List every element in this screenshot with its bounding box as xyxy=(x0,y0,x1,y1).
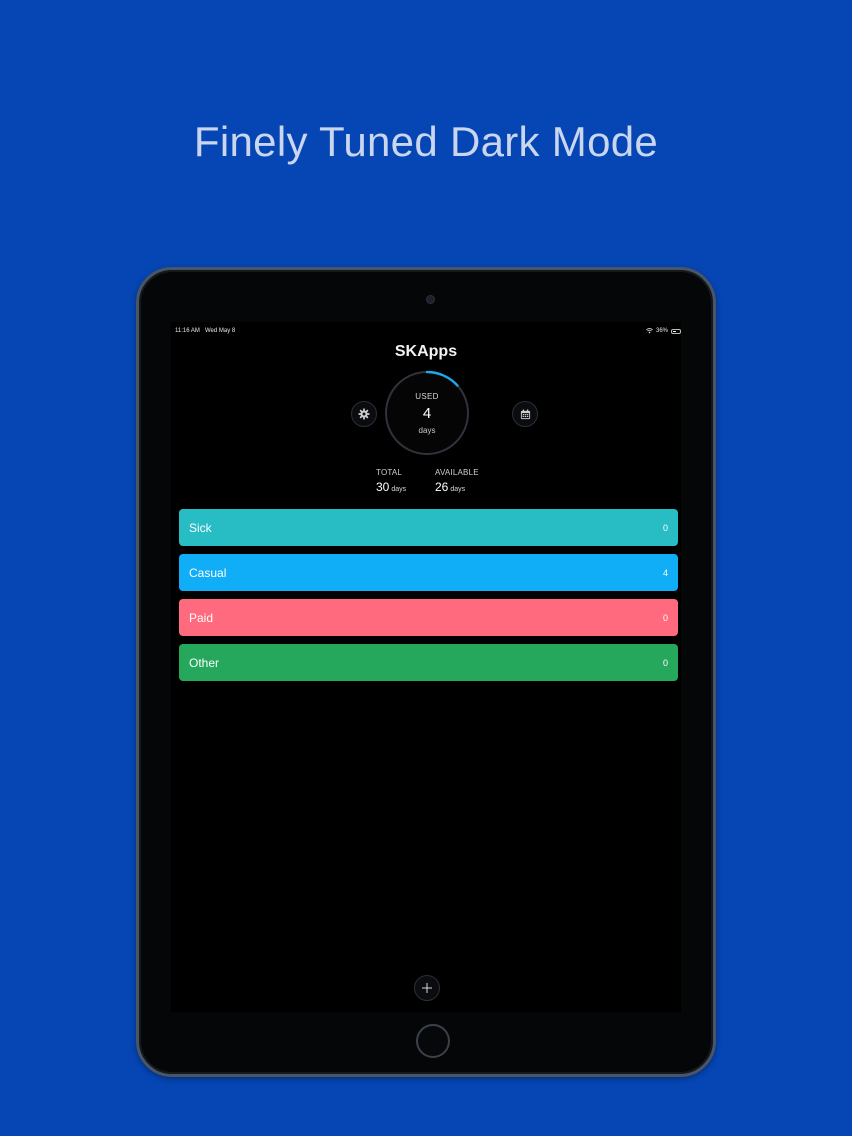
used-label: USED xyxy=(415,392,439,401)
category-sick[interactable]: Sick 0 xyxy=(179,509,678,546)
category-name: Paid xyxy=(189,610,214,625)
app-store-screenshot: Finely Tuned Dark Mode 11:16 AM Wed May … xyxy=(0,0,852,1136)
total-number: 30 xyxy=(376,480,390,494)
available-unit: days xyxy=(450,486,466,493)
promo-headline: Finely Tuned Dark Mode xyxy=(193,118,659,165)
category-count: 0 xyxy=(662,657,668,668)
wifi-icon xyxy=(646,328,653,334)
category-name: Casual xyxy=(189,565,227,580)
status-date: Wed May 8 xyxy=(205,328,236,334)
category-paid[interactable]: Paid 0 xyxy=(179,599,678,636)
add-leave-button[interactable] xyxy=(414,975,440,1001)
used-value: 4 xyxy=(422,405,432,422)
front-camera xyxy=(426,295,435,304)
category-other[interactable]: Other 0 xyxy=(179,644,678,681)
total-days-stat: TOTAL 30 days xyxy=(376,468,406,494)
status-indicators: 36% xyxy=(646,328,681,334)
available-days-stat: AVAILABLE 26 days xyxy=(435,468,479,494)
calendar-button[interactable] xyxy=(512,401,538,427)
status-time: 11:16 AM xyxy=(175,328,200,334)
ipad-device-frame: 11:16 AM Wed May 8 36% SKApps USED 4 day… xyxy=(136,267,716,1077)
category-casual[interactable]: Casual 4 xyxy=(179,554,678,591)
category-count: 4 xyxy=(662,567,668,578)
gear-icon xyxy=(358,408,370,420)
category-count: 0 xyxy=(662,522,668,533)
category-count: 0 xyxy=(662,612,668,623)
available-label: AVAILABLE xyxy=(435,468,479,477)
used-days-ring: USED 4 days xyxy=(384,370,470,456)
app-screen: 11:16 AM Wed May 8 36% SKApps USED 4 day… xyxy=(171,322,681,1012)
category-name: Other xyxy=(189,655,220,670)
available-number: 26 xyxy=(435,480,449,494)
available-value: 26 days xyxy=(435,480,479,494)
settings-button[interactable] xyxy=(351,401,377,427)
total-unit: days xyxy=(391,486,407,493)
plus-icon xyxy=(422,983,432,993)
battery-icon xyxy=(671,328,681,334)
battery-percent: 36% xyxy=(655,328,668,334)
category-name: Sick xyxy=(189,520,212,535)
app-title: SKApps xyxy=(394,343,458,360)
total-value: 30 days xyxy=(376,480,406,494)
total-label: TOTAL xyxy=(376,468,403,477)
calendar-icon xyxy=(520,408,530,419)
status-bar: 11:16 AM Wed May 8 36% xyxy=(171,328,681,338)
used-unit: days xyxy=(418,426,436,435)
home-button-icon[interactable] xyxy=(416,1024,450,1058)
